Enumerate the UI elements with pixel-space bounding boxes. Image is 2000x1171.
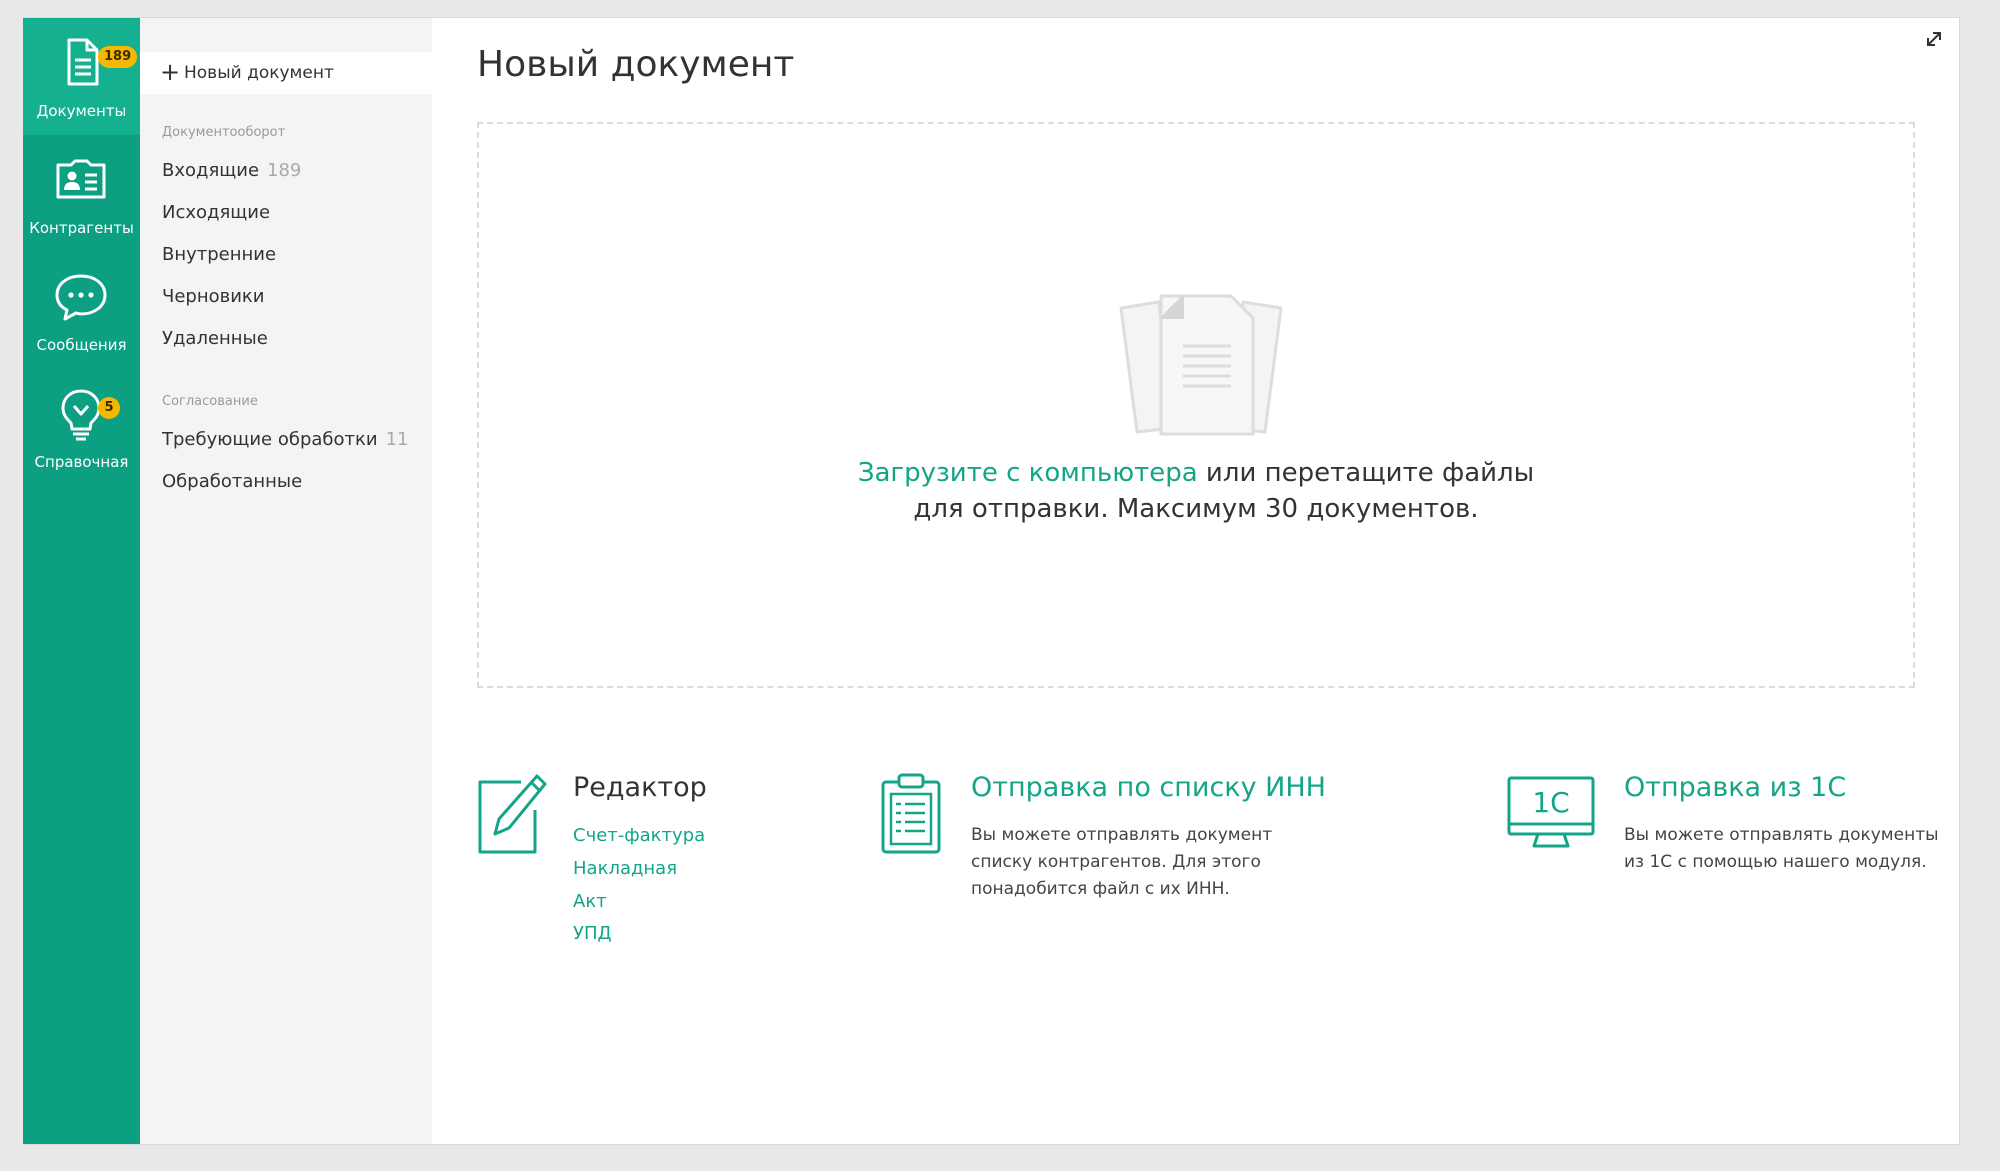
sidebar-item-outgoing[interactable]: Исходящие bbox=[162, 202, 270, 223]
upload-from-computer-link[interactable]: Загрузите с компьютера bbox=[858, 458, 1198, 488]
main-content: Новый документ Загрузите с компьютера ил… bbox=[432, 18, 1959, 1144]
feature-inn-list[interactable]: Отправка по списку ИНН Вы можете отправл… bbox=[877, 772, 1377, 932]
feature-1c[interactable]: 1С Отправка из 1С Вы можете отправлять д… bbox=[1506, 772, 1946, 932]
link-waybill[interactable]: Накладная bbox=[573, 858, 677, 879]
icon-rail: 189 Документы Контрагенты Сообщения 5 Сп… bbox=[23, 18, 140, 1144]
app-window: 189 Документы Контрагенты Сообщения 5 Сп… bbox=[23, 17, 1960, 1145]
dropzone-text: Загрузите с компьютера или перетащите фа… bbox=[479, 455, 1913, 527]
group-title-docflow: Документооборот bbox=[162, 125, 286, 140]
rail-item-label: Документы bbox=[36, 102, 127, 120]
link-act[interactable]: Акт bbox=[573, 891, 607, 912]
help-badge: 5 bbox=[98, 397, 120, 419]
feature-1c-title[interactable]: Отправка из 1С bbox=[1624, 772, 1846, 803]
monitor-1c-icon: 1С bbox=[1507, 776, 1595, 848]
group-title-approval: Согласование bbox=[162, 394, 258, 409]
feature-editor-title: Редактор bbox=[573, 772, 707, 803]
link-upd[interactable]: УПД bbox=[573, 923, 612, 944]
sidebar-item-label: Входящие bbox=[162, 160, 260, 181]
sidebar-item-pending[interactable]: Требующие обработки 11 bbox=[162, 429, 409, 450]
sidebar-item-label: Обработанные bbox=[162, 471, 303, 492]
documents-stack-icon bbox=[1119, 294, 1283, 436]
rail-item-label: Сообщения bbox=[36, 336, 127, 354]
sidebar-item-drafts[interactable]: Черновики bbox=[162, 286, 265, 307]
chat-bubble-icon bbox=[55, 274, 107, 321]
sidebar-item-processed[interactable]: Обработанные bbox=[162, 471, 302, 492]
feature-1c-description: Вы можете отправлять документы из 1С с п… bbox=[1624, 825, 1939, 872]
pending-count: 11 bbox=[385, 429, 409, 450]
rail-item-contractors[interactable]: Контрагенты bbox=[23, 135, 140, 252]
feature-inn-description: Вы можете отправлять документ списку кон… bbox=[971, 825, 1273, 899]
new-document-button[interactable]: + Новый документ bbox=[140, 52, 432, 94]
clipboard-list-icon bbox=[881, 773, 941, 854]
edit-pencil-icon bbox=[478, 774, 547, 854]
sidebar-item-label: Внутренние bbox=[162, 244, 277, 265]
file-dropzone[interactable]: Загрузите с компьютера или перетащите фа… bbox=[477, 122, 1915, 688]
sidebar-item-deleted[interactable]: Удаленные bbox=[162, 328, 268, 349]
monitor-1c-label: 1С bbox=[1532, 786, 1569, 819]
sidebar-item-label: Исходящие bbox=[162, 202, 271, 223]
sidebar-subnav: + Новый документ Документооборот Входящи… bbox=[140, 18, 432, 1144]
contact-card-icon bbox=[56, 159, 106, 199]
plus-icon: + bbox=[160, 58, 181, 86]
sidebar-item-label: Удаленные bbox=[162, 328, 268, 349]
link-invoice[interactable]: Счет-фактура bbox=[573, 825, 705, 846]
feature-editor: Редактор Счет-фактура Накладная Акт УПД bbox=[477, 772, 777, 972]
sidebar-item-label: Требующие обработки bbox=[162, 429, 378, 450]
documents-badge: 189 bbox=[98, 46, 138, 68]
sidebar-item-internal[interactable]: Внутренние bbox=[162, 244, 276, 265]
rail-item-help[interactable]: 5 Справочная bbox=[23, 369, 140, 486]
sidebar-item-label: Черновики bbox=[162, 286, 265, 307]
sidebar-item-incoming[interactable]: Входящие 189 bbox=[162, 160, 301, 181]
page-title: Новый документ bbox=[477, 44, 795, 85]
dropzone-text-line2: для отправки. Максимум 30 документов. bbox=[913, 494, 1479, 524]
expand-icon[interactable] bbox=[1923, 28, 1945, 50]
rail-item-label: Контрагенты bbox=[29, 219, 134, 237]
rail-item-documents[interactable]: 189 Документы bbox=[23, 18, 140, 135]
feature-inn-title[interactable]: Отправка по списку ИНН bbox=[971, 772, 1326, 803]
new-document-label: Новый документ bbox=[184, 63, 334, 83]
dropzone-text-rest: или перетащите файлы bbox=[1197, 458, 1535, 488]
rail-item-messages[interactable]: Сообщения bbox=[23, 252, 140, 369]
rail-item-label: Справочная bbox=[34, 453, 129, 471]
incoming-count: 189 bbox=[267, 160, 302, 181]
